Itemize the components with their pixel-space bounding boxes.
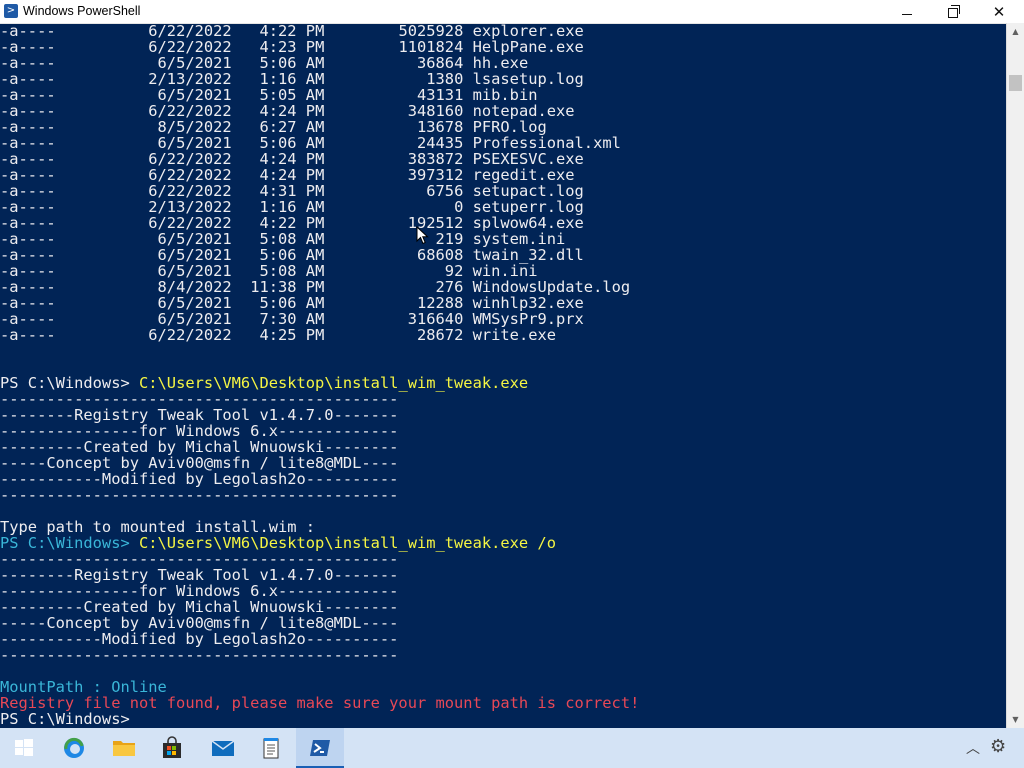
file-name: write.exe: [463, 326, 557, 344]
console-output[interactable]: -a---- 6/22/2022 4:22 PM 5025928 explore…: [0, 23, 1006, 728]
file-date: 6/22/2022: [55, 326, 232, 344]
banner-line: --------Registry Tweak Tool v1.4.7.0----…: [0, 567, 398, 583]
vertical-scrollbar[interactable]: ▲ ▼: [1006, 23, 1024, 728]
scrollbar-thumb[interactable]: [1009, 75, 1022, 91]
store-icon: [163, 736, 181, 758]
maximize-button[interactable]: [930, 0, 976, 23]
banner-line: ----------------------------------------…: [0, 391, 398, 407]
start-icon: [15, 739, 33, 756]
file-row: -a---- 2/13/2022 1:16 AM 1380 lsasetup.l…: [0, 71, 584, 87]
file-row: -a---- 6/22/2022 4:24 PM 383872 PSEXESVC…: [0, 151, 584, 167]
prompt-line: PS C:\Windows> C:\Users\VM6\Desktop\inst…: [0, 535, 556, 551]
minimize-icon: [902, 14, 912, 15]
close-button[interactable]: ✕: [976, 0, 1022, 23]
banner-line: ---------Created by Michal Wnuowski-----…: [0, 599, 398, 615]
file-row: -a---- 6/22/2022 4:24 PM 397312 regedit.…: [0, 167, 575, 183]
title-bar[interactable]: > Windows PowerShell ✕: [0, 0, 1024, 24]
file-row: -a---- 6/22/2022 4:22 PM 192512 splwow64…: [0, 215, 584, 231]
show-hidden-icons-chevron-icon[interactable]: ︿: [966, 738, 980, 758]
taskbar-notepad[interactable]: [247, 728, 295, 768]
minimize-button[interactable]: [884, 0, 930, 23]
file-row: -a---- 6/22/2022 4:22 PM 5025928 explore…: [0, 23, 584, 39]
banner-line: -----------Modified by Legolash2o-------…: [0, 471, 398, 487]
file-row: -a---- 6/22/2022 4:24 PM 348160 notepad.…: [0, 103, 575, 119]
banner-line: ---------Created by Michal Wnuowski-----…: [0, 439, 398, 455]
file-length: 28672: [324, 326, 464, 344]
banner-line: -----Concept by Aviv00@msfn / lite8@MDL-…: [0, 615, 398, 631]
banner-line: ----------------------------------------…: [0, 487, 398, 503]
start-button[interactable]: [0, 728, 48, 768]
restore-icon: [948, 4, 960, 18]
file-row: -a---- 6/5/2021 5:05 AM 43131 mib.bin: [0, 87, 537, 103]
close-icon: ✕: [992, 3, 1006, 21]
banner-line: -----Concept by Aviv00@msfn / lite8@MDL-…: [0, 455, 398, 471]
file-row: -a---- 6/22/2022 4:23 PM 1101824 HelpPan…: [0, 39, 584, 55]
banner-line: ----------------------------------------…: [0, 647, 398, 663]
edge-icon: [64, 737, 84, 758]
file-row: -a---- 6/5/2021 7:30 AM 316640 WMSysPr9.…: [0, 311, 584, 327]
file-mode: -a----: [0, 326, 56, 344]
banner-text: ----------------------------------------…: [0, 486, 399, 504]
settings-gear-icon[interactable]: ⚙: [990, 736, 1006, 757]
taskbar-mail[interactable]: [198, 728, 246, 768]
banner-line: --------Registry Tweak Tool v1.4.7.0----…: [0, 407, 398, 423]
file-row: -a---- 8/5/2022 6:27 AM 13678 PFRO.log: [0, 119, 547, 135]
prompt-line: PS C:\Windows> C:\Users\VM6\Desktop\inst…: [0, 375, 528, 391]
taskbar-store[interactable]: [148, 728, 196, 768]
window-title: Windows PowerShell: [23, 4, 141, 18]
taskbar-powershell[interactable]: [296, 728, 344, 768]
file-explorer-icon: [113, 741, 135, 756]
prompt-line: PS C:\Windows>: [0, 711, 139, 727]
mail-icon: [211, 740, 235, 756]
taskbar-file-explorer[interactable]: [99, 728, 147, 768]
powershell-app-icon: >: [4, 4, 18, 18]
scroll-up-arrow-icon[interactable]: ▲: [1007, 23, 1024, 40]
banner-line: -----------Modified by Legolash2o-------…: [0, 631, 398, 647]
taskbar-edge[interactable]: [50, 728, 98, 768]
powershell-icon: [310, 740, 330, 756]
notepad-icon: [263, 738, 279, 759]
file-row: -a---- 6/5/2021 5:08 AM 219 system.ini: [0, 231, 565, 247]
file-row: -a---- 8/4/2022 11:38 PM 276 WindowsUpda…: [0, 279, 630, 295]
file-row: -a---- 6/5/2021 5:06 AM 36864 hh.exe: [0, 55, 528, 71]
banner-line: ---------------for Windows 6.x----------…: [0, 423, 398, 439]
mouse-pointer-icon: [416, 226, 429, 245]
output-line: Type path to mounted install.wim :: [0, 519, 315, 535]
file-row: -a---- 6/5/2021 5:06 AM 12288 winhlp32.e…: [0, 295, 584, 311]
banner-line: ---------------for Windows 6.x----------…: [0, 583, 398, 599]
file-row: -a---- 2/13/2022 1:16 AM 0 setuperr.log: [0, 199, 584, 215]
banner-text: ----------------------------------------…: [0, 646, 399, 664]
file-row: -a---- 6/5/2021 5:06 AM 68608 twain_32.d…: [0, 247, 584, 263]
file-time: 4:25 PM: [231, 326, 325, 344]
file-row: -a---- 6/22/2022 4:31 PM 6756 setupact.l…: [0, 183, 584, 199]
prompt: PS C:\Windows>: [0, 710, 139, 728]
scroll-down-arrow-icon[interactable]: ▼: [1007, 711, 1024, 728]
taskbar: ︿ ⚙: [0, 728, 1024, 768]
output-line: MountPath : Online: [0, 679, 167, 695]
file-row: -a---- 6/22/2022 4:25 PM 28672 write.exe: [0, 327, 556, 343]
file-row: -a---- 6/5/2021 5:06 AM 24435 Profession…: [0, 135, 621, 151]
banner-line: ----------------------------------------…: [0, 551, 398, 567]
error-line: Registry file not found, please make sur…: [0, 695, 639, 711]
file-row: -a---- 6/5/2021 5:08 AM 92 win.ini: [0, 263, 537, 279]
